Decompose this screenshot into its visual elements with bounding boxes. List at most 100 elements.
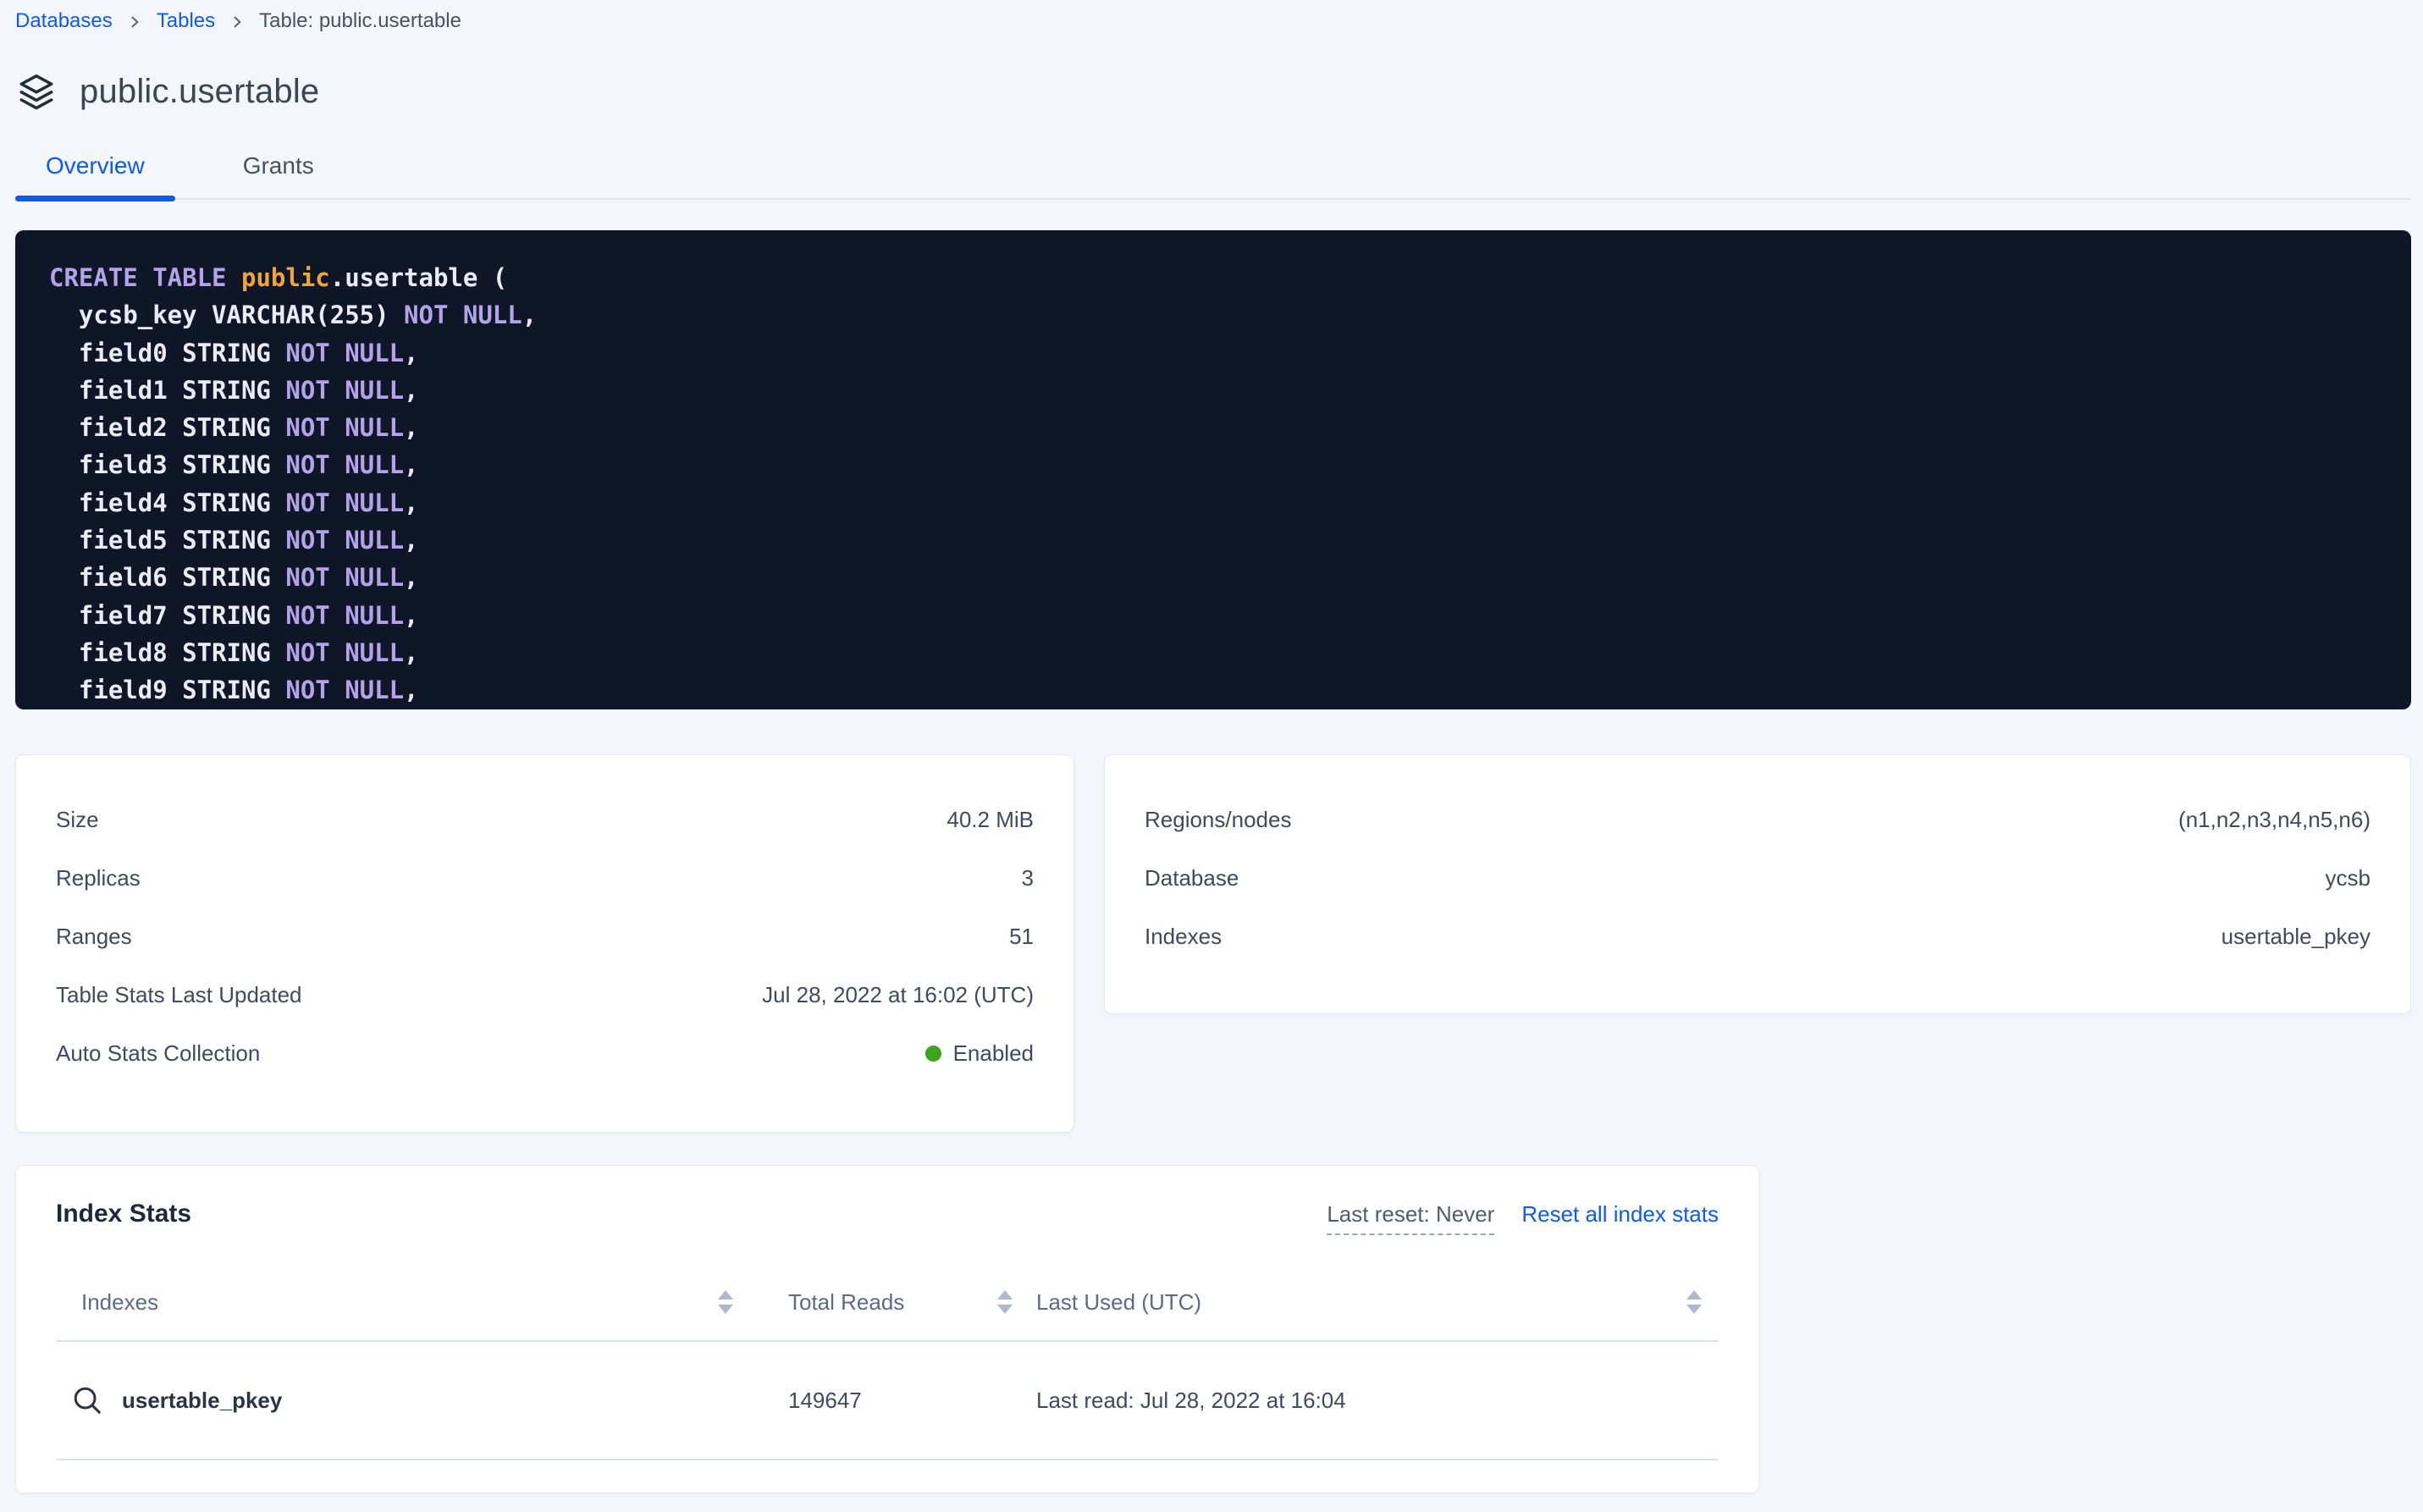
index-table-row: usertable_pkey 149647 Last read: Jul 28,… bbox=[56, 1342, 1719, 1460]
search-icon bbox=[71, 1384, 103, 1416]
sort-icon[interactable] bbox=[997, 1290, 1013, 1314]
sql-token: NOT NULL bbox=[285, 413, 404, 442]
sql-token: , bbox=[404, 376, 418, 405]
stat-value: 3 bbox=[1022, 865, 1034, 891]
stat-row: Size 40.2 MiB bbox=[56, 791, 1034, 849]
table-detail-page: Databases Tables Table: public.usertable… bbox=[0, 0, 2423, 1512]
last-used-value: Last read: Jul 28, 2022 at 16:04 bbox=[1036, 1388, 1346, 1414]
sql-token: NOT NULL bbox=[285, 601, 404, 630]
sql-token: ycsb_key VARCHAR(255) bbox=[49, 301, 404, 329]
total-reads-value: 149647 bbox=[788, 1388, 862, 1414]
sql-line: field1 STRING NOT NULL, bbox=[49, 372, 2377, 409]
stat-value: 40.2 MiB bbox=[947, 807, 1034, 833]
stat-label: Auto Stats Collection bbox=[56, 1040, 260, 1067]
sql-token: field4 STRING bbox=[49, 488, 285, 517]
table-details-card: Regions/nodes (n1,n2,n3,n4,n5,n6) Databa… bbox=[1104, 754, 2411, 1014]
stat-label: Size bbox=[56, 807, 99, 833]
sql-line: CREATE TABLE public.usertable ( bbox=[49, 259, 2377, 296]
tab-bar: Overview Grants bbox=[15, 139, 2411, 200]
stat-row: Replicas 3 bbox=[56, 849, 1034, 908]
sql-token: field8 STRING bbox=[49, 638, 285, 667]
stat-row: Database ycsb bbox=[1145, 849, 2371, 908]
stat-row: Indexes usertable_pkey bbox=[1145, 908, 2371, 966]
stat-value: Enabled bbox=[925, 1040, 1034, 1067]
index-stats-title: Index Stats bbox=[56, 1200, 191, 1228]
sql-token: NOT NULL bbox=[285, 638, 404, 667]
stat-label: Regions/nodes bbox=[1145, 807, 1291, 833]
stat-label: Ranges bbox=[56, 924, 132, 950]
breadcrumb: Databases Tables Table: public.usertable bbox=[15, 7, 2411, 36]
sql-line: field2 STRING NOT NULL, bbox=[49, 409, 2377, 446]
sql-token: , bbox=[522, 301, 537, 329]
index-name-cell[interactable]: usertable_pkey bbox=[56, 1384, 733, 1416]
tab-overview[interactable]: Overview bbox=[15, 139, 175, 198]
sql-token: , bbox=[404, 601, 418, 630]
breadcrumb-current: Table: public.usertable bbox=[259, 9, 461, 33]
sql-token: , bbox=[404, 563, 418, 592]
breadcrumb-link-tables[interactable]: Tables bbox=[157, 9, 215, 33]
sql-token: NOT NULL bbox=[285, 488, 404, 517]
chevron-right-icon bbox=[229, 14, 246, 30]
sql-token: , bbox=[404, 638, 418, 667]
sql-token: NOT NULL bbox=[285, 376, 404, 405]
table-body: usertable_pkey 149647 Last read: Jul 28,… bbox=[56, 1342, 1719, 1460]
sql-token: , bbox=[404, 676, 418, 704]
sql-line: field9 STRING NOT NULL, bbox=[49, 671, 2377, 709]
sql-token: , bbox=[404, 339, 418, 367]
sql-token: field2 STRING bbox=[49, 413, 285, 442]
sort-icon[interactable] bbox=[1686, 1290, 1702, 1314]
sort-icon[interactable] bbox=[718, 1290, 733, 1314]
stat-value: Jul 28, 2022 at 16:02 (UTC) bbox=[762, 982, 1034, 1008]
sql-line: field0 STRING NOT NULL, bbox=[49, 334, 2377, 372]
sql-token: NOT NULL bbox=[285, 450, 404, 479]
sql-token: public bbox=[241, 263, 330, 292]
sql-token: NOT NULL bbox=[285, 339, 404, 367]
index-name[interactable]: usertable_pkey bbox=[122, 1388, 282, 1414]
sql-token: field7 STRING bbox=[49, 601, 285, 630]
create-table-sql-block[interactable]: CREATE TABLE public.usertable ( ycsb_key… bbox=[15, 230, 2411, 709]
stat-value: ycsb bbox=[2326, 865, 2371, 891]
sql-line: field6 STRING NOT NULL, bbox=[49, 559, 2377, 596]
sql-token: field6 STRING bbox=[49, 563, 285, 592]
sql-token: .usertable ( bbox=[330, 263, 508, 292]
sql-token: NOT NULL bbox=[285, 526, 404, 555]
sql-token: field5 STRING bbox=[49, 526, 285, 555]
stats-cards-row: Size 40.2 MiB Replicas 3 Ranges 51 Table… bbox=[15, 754, 2411, 1133]
sql-token: , bbox=[404, 526, 418, 555]
sql-line: field5 STRING NOT NULL, bbox=[49, 521, 2377, 559]
sql-token: , bbox=[404, 413, 418, 442]
stat-value: (n1,n2,n3,n4,n5,n6) bbox=[2178, 807, 2371, 833]
reset-all-index-stats-link[interactable]: Reset all index stats bbox=[1521, 1201, 1719, 1228]
column-header-total-reads: Total Reads bbox=[788, 1289, 904, 1316]
stat-row: Table Stats Last Updated Jul 28, 2022 at… bbox=[56, 966, 1034, 1024]
sql-token: , bbox=[404, 488, 418, 517]
column-header-last-used: Last Used (UTC) bbox=[1036, 1289, 1201, 1316]
sql-line: field7 STRING NOT NULL, bbox=[49, 597, 2377, 634]
sql-token: CREATE TABLE bbox=[49, 263, 241, 292]
sql-token: field1 STRING bbox=[49, 376, 285, 405]
index-stats-header: Index Stats Last reset: Never Reset all … bbox=[56, 1200, 1719, 1235]
sql-token: field0 STRING bbox=[49, 339, 285, 367]
sql-line: field3 STRING NOT NULL, bbox=[49, 446, 2377, 483]
sql-line: field8 STRING NOT NULL, bbox=[49, 634, 2377, 671]
stat-label: Indexes bbox=[1145, 924, 1222, 950]
chevron-right-icon bbox=[126, 14, 143, 30]
sql-line: field4 STRING NOT NULL, bbox=[49, 484, 2377, 521]
sql-token: field3 STRING bbox=[49, 450, 285, 479]
stat-row: Ranges 51 bbox=[56, 908, 1034, 966]
stat-value: usertable_pkey bbox=[2222, 924, 2371, 950]
sql-token: NOT NULL bbox=[285, 563, 404, 592]
column-header-indexes: Indexes bbox=[81, 1289, 158, 1316]
sql-token: field9 STRING bbox=[49, 676, 285, 704]
tab-grants[interactable]: Grants bbox=[212, 139, 345, 198]
index-stats-actions: Last reset: Never Reset all index stats bbox=[1327, 1201, 1719, 1235]
index-stats-table: Indexes Total Reads Last Used (UTC) bbox=[56, 1264, 1719, 1460]
last-reset-label[interactable]: Last reset: Never bbox=[1327, 1201, 1494, 1235]
page-title: public.usertable bbox=[80, 73, 319, 111]
index-stats-card: Index Stats Last reset: Never Reset all … bbox=[15, 1165, 1759, 1493]
breadcrumb-link-databases[interactable]: Databases bbox=[15, 9, 113, 33]
sql-token: NOT NULL bbox=[285, 676, 404, 704]
table-stats-card: Size 40.2 MiB Replicas 3 Ranges 51 Table… bbox=[15, 754, 1074, 1133]
sql-line: ycsb_key VARCHAR(255) NOT NULL, bbox=[49, 296, 2377, 334]
stat-label: Replicas bbox=[56, 865, 141, 891]
